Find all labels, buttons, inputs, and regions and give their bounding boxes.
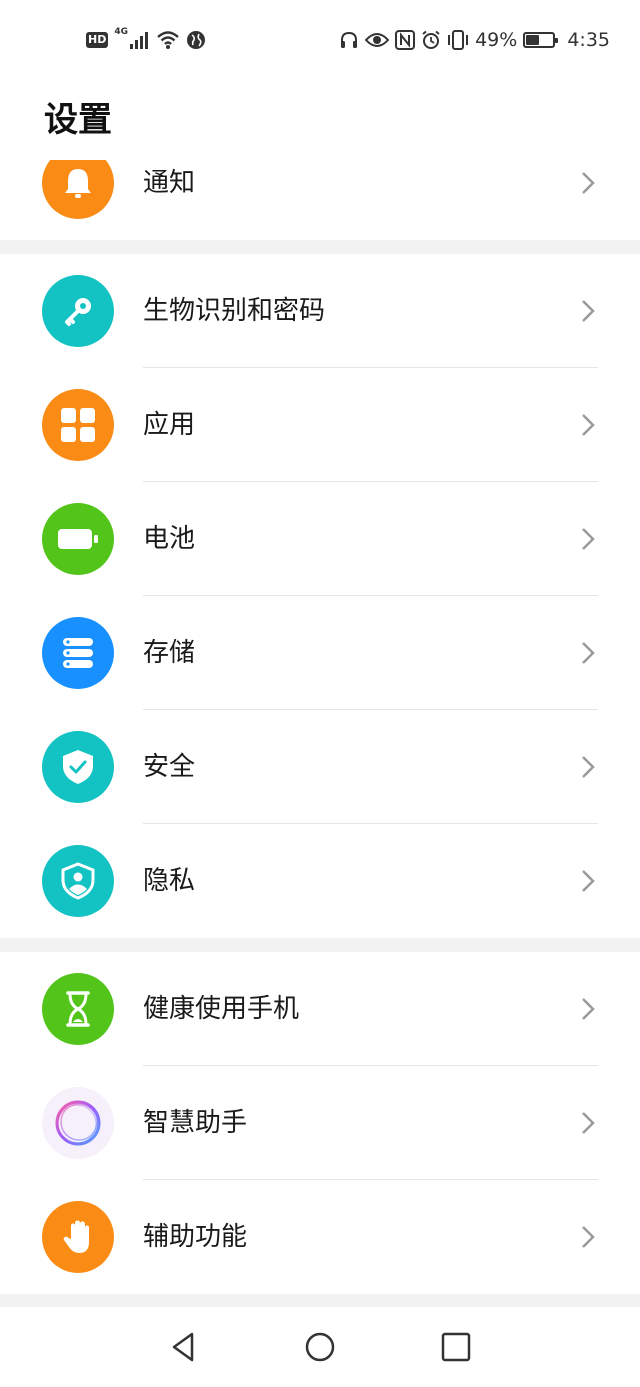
chevron-right-icon <box>582 998 595 1020</box>
settings-item-label: 应用 <box>143 410 196 440</box>
chevron-right-icon <box>582 642 595 664</box>
chevron-right-icon <box>582 528 595 550</box>
settings-item-label: 存储 <box>143 638 196 668</box>
settings-item-icon <box>42 731 114 803</box>
settings-item-label: 安全 <box>143 752 196 782</box>
battery-percent-text: 49% <box>475 29 518 51</box>
settings-item-label: 智慧助手 <box>143 1108 248 1138</box>
settings-item-icon <box>42 1201 114 1273</box>
settings-group-2: 健康使用手机 智慧助手 辅助功能 <box>0 952 640 1294</box>
chevron-right-icon <box>582 172 595 194</box>
settings-item-icon <box>42 1087 114 1159</box>
chevron-right-icon <box>582 870 595 892</box>
apps-grid-icon <box>61 408 95 442</box>
settings-item-icon <box>42 389 114 461</box>
settings-item-security[interactable]: 安全 <box>0 710 640 824</box>
status-bar: HD 4G 49% 4:35 <box>0 0 640 80</box>
settings-item-privacy[interactable]: 隐私 <box>0 824 640 938</box>
wifi-icon <box>156 30 180 50</box>
battery-icon <box>58 529 98 549</box>
key-icon <box>65 298 91 326</box>
group-spacer <box>0 1294 640 1307</box>
settings-item-notifications[interactable]: 通知 <box>0 160 640 240</box>
settings-item-battery[interactable]: 电池 <box>0 482 640 596</box>
cellular-signal-icon <box>130 31 150 49</box>
settings-item-icon <box>42 973 114 1045</box>
clock-text: 4:35 <box>567 29 610 51</box>
home-icon[interactable] <box>304 1331 336 1363</box>
settings-item-label: 生物识别和密码 <box>143 296 326 326</box>
battery-status-icon <box>523 32 559 48</box>
vpn-globe-icon <box>186 30 206 50</box>
settings-item-label: 电池 <box>143 524 196 554</box>
eye-comfort-icon <box>365 31 390 49</box>
assistant-ring-icon <box>55 1100 101 1146</box>
settings-item-icon <box>42 160 114 219</box>
chevron-right-icon <box>582 756 595 778</box>
privacy-shield-icon <box>61 862 95 900</box>
settings-item-icon <box>42 845 114 917</box>
hourglass-icon <box>66 991 90 1027</box>
vibrate-icon <box>447 30 469 50</box>
recents-icon[interactable] <box>440 1331 472 1363</box>
status-bar-left: HD 4G <box>86 27 206 53</box>
settings-item-smart-assistant[interactable]: 智慧助手 <box>0 1066 640 1180</box>
settings-item-storage[interactable]: 存储 <box>0 596 640 710</box>
settings-item-biometrics[interactable]: 生物识别和密码 <box>0 254 640 368</box>
page-title: 设置 <box>44 100 112 140</box>
headset-icon <box>339 30 359 50</box>
alarm-icon <box>421 30 441 50</box>
shield-check-icon <box>63 750 93 784</box>
chevron-right-icon <box>582 1112 595 1134</box>
settings-item-label: 通知 <box>143 168 196 198</box>
hd-icon: HD <box>86 32 109 48</box>
hand-icon <box>63 1220 89 1253</box>
settings-item-digital-balance[interactable]: 健康使用手机 <box>0 952 640 1066</box>
settings-item-icon <box>42 617 114 689</box>
group-spacer <box>0 240 640 254</box>
navigation-bar <box>0 1307 640 1387</box>
chevron-right-icon <box>582 1226 595 1248</box>
settings-group-0: 通知 <box>0 160 640 240</box>
settings-item-label: 健康使用手机 <box>143 994 300 1024</box>
battery-fill <box>526 35 540 45</box>
nfc-icon <box>395 30 416 50</box>
settings-item-accessibility[interactable]: 辅助功能 <box>0 1180 640 1294</box>
status-bar-right: 49% 4:35 <box>339 27 610 53</box>
settings-item-apps[interactable]: 应用 <box>0 368 640 482</box>
group-spacer <box>0 938 640 952</box>
back-icon[interactable] <box>168 1331 200 1363</box>
network-type-label: 4G <box>114 27 128 37</box>
storage-icon <box>63 638 93 668</box>
settings-item-icon <box>42 503 114 575</box>
chevron-right-icon <box>582 414 595 436</box>
settings-item-icon <box>42 275 114 347</box>
settings-item-label: 辅助功能 <box>143 1222 248 1252</box>
settings-item-label: 隐私 <box>143 866 196 896</box>
chevron-right-icon <box>582 300 595 322</box>
bell-icon <box>65 169 91 198</box>
settings-group-1: 生物识别和密码 应用 电池 存储 安全 隐私 <box>0 254 640 938</box>
